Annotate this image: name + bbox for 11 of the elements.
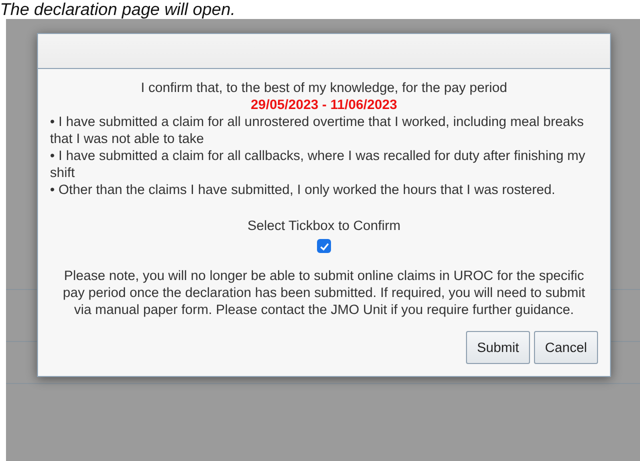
statement-text: • Other than the claims I have submitted, I only worked the hours that I was rostered. [50,181,556,198]
statement-text: • I have submitted a claim for all callbacks, where I was recalled for duty after finishing my shift [50,147,586,181]
statement-text: • I have submitted a claim for all unrostered overtime that I worked, including meal breaks that I was not able to take [50,113,585,147]
pay-period-text: 29/05/2023 - 11/06/2023 [250,96,398,113]
confirm-label: Select Tickbox to Confirm [246,217,402,234]
cancel-button[interactable]: Cancel [534,331,598,364]
confirm-checkbox[interactable] [317,239,331,253]
note-text: Please note, you will no longer be able to submit online claims in UROC for the specific pay period once the declaration has been submitted. If required, you will need to submit via manual paper form. Please contact the JMO Unit if you require further guidance. [62,267,586,318]
submit-button[interactable]: Submit [466,331,530,364]
caption-text: The declaration page will open. [0,0,236,19]
intro-text: I confirm that, to the best of my knowledge, for the pay period [140,79,508,96]
